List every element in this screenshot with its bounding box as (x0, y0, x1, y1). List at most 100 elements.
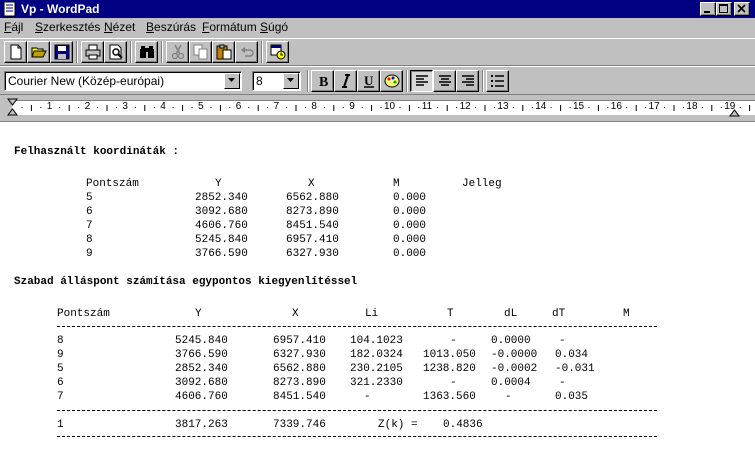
insert-datetime-button[interactable] (266, 41, 289, 63)
table1-header-type: Jelleg (462, 178, 502, 190)
font-size-combo[interactable]: 8 (252, 71, 301, 91)
italic-button[interactable] (334, 70, 357, 92)
ruler-tick (635, 105, 637, 111)
ruler-tick (295, 105, 297, 111)
size-dropdown-button[interactable] (283, 73, 299, 89)
menu-edit[interactable]: Szerkesztés (35, 20, 100, 35)
heading-used-coordinates: Felhasznált koordináták : (14, 146, 180, 158)
table2-cell: 3092.680 (175, 377, 228, 389)
underline-icon: U (364, 73, 374, 88)
table2-cell: 321.2330 (350, 377, 403, 389)
maximize-button[interactable] (716, 2, 732, 16)
print-preview-button[interactable] (104, 41, 127, 63)
table2-cell: 4606.760 (175, 391, 228, 403)
align-right-button[interactable] (456, 70, 479, 92)
table1-cell: 6 (86, 206, 93, 218)
table1-header-y: Y (215, 178, 222, 190)
ruler-tick (304, 107, 306, 108)
result-label: Z(k) = (378, 419, 418, 431)
ruler-tick (333, 105, 335, 111)
cut-button[interactable] (166, 41, 189, 63)
ruler-tick (711, 105, 713, 111)
copy-button[interactable] (189, 41, 212, 63)
ruler-number: 1 (46, 101, 53, 112)
printer-icon (85, 44, 101, 60)
format-toolbar: Courier New (Közép-európai) 8 B U (0, 66, 755, 95)
table2-cell: -0.0002 (491, 363, 538, 375)
find-button[interactable] (135, 41, 158, 63)
ruler-tick (456, 107, 458, 108)
menu-view[interactable]: Nézet (104, 20, 135, 35)
menu-bar: Fájl Szerkesztés Nézet Beszúrás Formátum… (0, 18, 755, 37)
ruler-tick (408, 105, 410, 111)
left-indent-marker-icon[interactable] (7, 98, 19, 118)
menu-format[interactable]: Formátum (202, 20, 257, 35)
font-dropdown-button[interactable] (224, 73, 240, 89)
ruler[interactable]: 1 2 3 4 5 6 7 8 9 10 11 12 13 14 15 16 17 18 19 (0, 96, 755, 120)
ruler-tick (59, 107, 61, 108)
table2-cell: 6 (57, 377, 64, 389)
font-size-value: 8 (256, 74, 263, 88)
heading-free-station: Szabad álláspont számítása egypontos kie… (14, 276, 358, 288)
document-area[interactable]: Felhasznált koordináták : Pontszám Y X M… (0, 121, 755, 461)
toolbar-separator (307, 70, 309, 92)
ruler-number: 11 (421, 101, 433, 112)
menu-insert[interactable]: Beszúrás (146, 20, 196, 35)
italic-icon (342, 74, 350, 88)
paste-button[interactable] (212, 41, 235, 63)
table1-cell: 5245.840 (195, 234, 248, 246)
svg-text:U: U (364, 73, 374, 88)
ruler-tick (191, 107, 193, 108)
undo-button[interactable] (235, 41, 258, 63)
font-name-combo[interactable]: Courier New (Közép-európai) (4, 71, 242, 91)
ruler-tick (323, 107, 325, 108)
minimize-button[interactable] (700, 2, 716, 16)
ruler-tick (21, 107, 23, 108)
close-icon (737, 4, 746, 13)
window-title: Vp - WordPad (21, 2, 100, 16)
ruler-tick (682, 107, 684, 108)
save-button[interactable] (50, 41, 73, 63)
ruler-tick (569, 107, 571, 108)
color-button[interactable] (380, 70, 403, 92)
table1-cell: 6957.410 (286, 234, 339, 246)
table1-cell: 0.000 (393, 220, 427, 232)
ruler-tick (248, 107, 250, 108)
table2-cell: 230.2105 (350, 363, 403, 375)
table1-cell: 0.000 (393, 192, 427, 204)
ruler-tick (286, 107, 288, 108)
ruler-tick (172, 107, 174, 108)
table2-cell: 1238.820 (423, 363, 476, 375)
table2-cell: 8 (57, 335, 64, 347)
ruler-tick (484, 105, 486, 111)
bullets-button[interactable] (486, 70, 509, 92)
paste-clipboard-icon (216, 44, 232, 60)
close-button[interactable] (734, 2, 750, 16)
menu-file[interactable]: Fájl (4, 20, 23, 35)
align-center-button[interactable] (433, 70, 456, 92)
bold-icon: B (319, 75, 328, 89)
ruler-number: 18 (686, 101, 698, 112)
print-button[interactable] (81, 41, 104, 63)
table1-cell: 8 (86, 234, 93, 246)
wordpad-app-icon[interactable] (2, 1, 18, 17)
ruler-tick (701, 107, 703, 108)
new-button[interactable] (4, 41, 27, 63)
table2-cell: 3766.590 (175, 349, 228, 361)
ruler-tick (144, 105, 146, 111)
ruler-number: 12 (459, 101, 471, 112)
underline-button[interactable]: U (357, 70, 380, 92)
table1-cell: 5 (86, 192, 93, 204)
ruler-tick (97, 107, 99, 108)
align-left-button[interactable] (410, 70, 433, 92)
menu-help[interactable]: Súgó (260, 20, 288, 35)
bold-button[interactable]: B (311, 70, 334, 92)
ruler-tick (134, 107, 136, 108)
table2-cell: 0.0000 (491, 335, 531, 347)
ruler-tick (342, 107, 344, 108)
ruler-tick (607, 107, 609, 108)
table2-cell: 0.0004 (491, 377, 531, 389)
ruler-tick (645, 107, 647, 108)
table2-header-t: T (447, 308, 454, 320)
open-button[interactable] (27, 41, 50, 63)
